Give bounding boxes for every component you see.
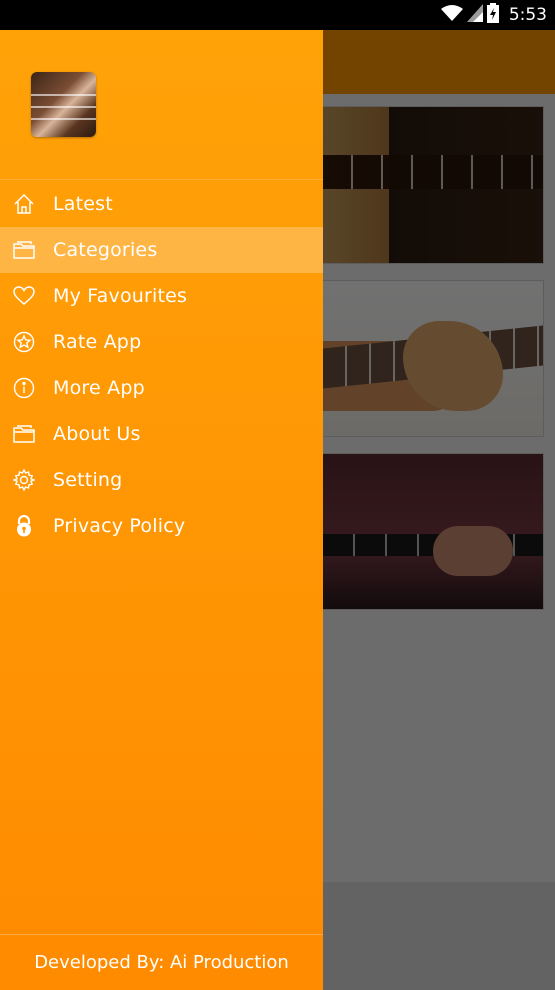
menu-item-categories[interactable]: Categories: [0, 227, 323, 273]
star-badge-icon: [12, 330, 36, 354]
menu-item-label: Privacy Policy: [53, 515, 186, 537]
menu-item-my-favourites[interactable]: My Favourites: [0, 273, 323, 319]
menu-item-privacy-policy[interactable]: Privacy Policy: [0, 503, 323, 549]
heart-icon: [12, 284, 36, 308]
status-bar: 5:53: [0, 0, 555, 30]
menu-item-label: Setting: [53, 469, 123, 491]
gear-icon: [12, 468, 36, 492]
drawer-header: [0, 30, 323, 180]
menu-item-label: More App: [53, 377, 145, 399]
wifi-icon: [440, 4, 463, 26]
menu-item-label: Latest: [53, 193, 113, 215]
cell-signal-icon: [466, 4, 483, 26]
menu-item-more-app[interactable]: More App: [0, 365, 323, 411]
menu-item-rate-app[interactable]: Rate App: [0, 319, 323, 365]
developer-credit: Developed By: Ai Production: [34, 952, 289, 973]
info-icon: [12, 376, 36, 400]
menu-item-latest[interactable]: Latest: [0, 181, 323, 227]
home-icon: [12, 192, 36, 216]
navigation-drawer: Latest Categories My Favourites Rate App: [0, 30, 323, 990]
menu-item-setting[interactable]: Setting: [0, 457, 323, 503]
menu-item-label: Categories: [53, 239, 158, 261]
app-avatar-image: [31, 72, 96, 137]
menu-item-label: About Us: [53, 423, 141, 445]
battery-icon: [486, 3, 499, 27]
status-icons: 5:53: [440, 3, 547, 27]
drawer-menu: Latest Categories My Favourites Rate App: [0, 181, 323, 549]
drawer-footer: Developed By: Ai Production: [0, 934, 323, 990]
folder-icon: [12, 422, 36, 446]
menu-item-label: Rate App: [53, 331, 142, 353]
menu-item-label: My Favourites: [53, 285, 188, 307]
lock-icon: [12, 514, 36, 538]
menu-item-about-us[interactable]: About Us: [0, 411, 323, 457]
status-time: 5:53: [508, 5, 547, 25]
folder-icon: [12, 238, 36, 262]
